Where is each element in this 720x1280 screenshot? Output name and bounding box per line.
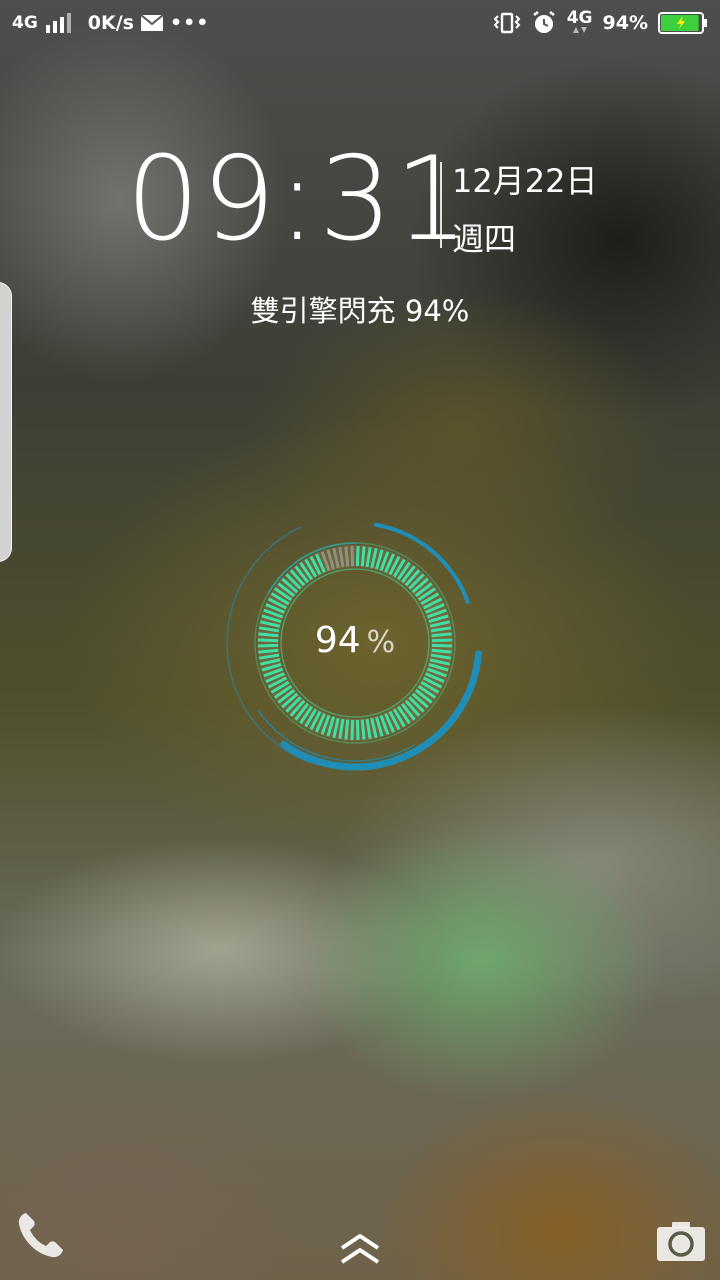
phone-icon[interactable] (14, 1208, 68, 1262)
battery-icon (658, 11, 708, 35)
network-type-label-right: 4G (566, 8, 593, 28)
charging-status-text: 雙引擎閃充 94% (250, 294, 470, 328)
status-bar: 4G 0K/s ••• 4G 94% (0, 0, 720, 50)
mobile-data-indicator: 4G (566, 8, 593, 35)
ring-segment-filled (350, 719, 355, 740)
more-notifications-icon: ••• (170, 12, 210, 34)
charging-ring-value: 94 (314, 620, 361, 661)
data-arrows-icon (572, 27, 587, 33)
ring-segment-filled (355, 546, 360, 567)
charging-ring: 94% (220, 508, 490, 778)
network-speed: 0K/s (87, 12, 134, 34)
ring-segment-filled (360, 719, 366, 740)
network-type-label: 4G (12, 13, 38, 33)
chevron-double-up-icon[interactable] (336, 1228, 384, 1268)
lock-clock: 09:31 (126, 132, 471, 267)
ring-segment-filled (360, 546, 366, 567)
lock-screen: 4G 0K/s ••• 4G 94% 09:31 12月22日 週四 雙引擎閃充… (0, 0, 720, 1280)
clock-divider (440, 162, 442, 248)
lock-weekday: 週四 (452, 220, 517, 258)
lock-date: 12月22日 (452, 162, 598, 200)
ring-segment-empty (344, 546, 350, 567)
ring-segment-filled (344, 719, 350, 740)
ring-segment-filled (355, 719, 360, 740)
vibrate-icon (493, 11, 521, 35)
charging-ring-unit: % (366, 625, 396, 660)
signal-icon (44, 12, 72, 34)
status-right: 4G 94% (493, 10, 708, 36)
status-left: 4G 0K/s ••• (12, 12, 209, 34)
battery-percent: 94% (602, 12, 648, 34)
alarm-icon (531, 10, 557, 36)
mail-icon (140, 14, 164, 32)
charging-ring-label: 94% (220, 620, 490, 661)
ring-segment-empty (350, 546, 355, 567)
camera-icon[interactable] (656, 1220, 706, 1262)
